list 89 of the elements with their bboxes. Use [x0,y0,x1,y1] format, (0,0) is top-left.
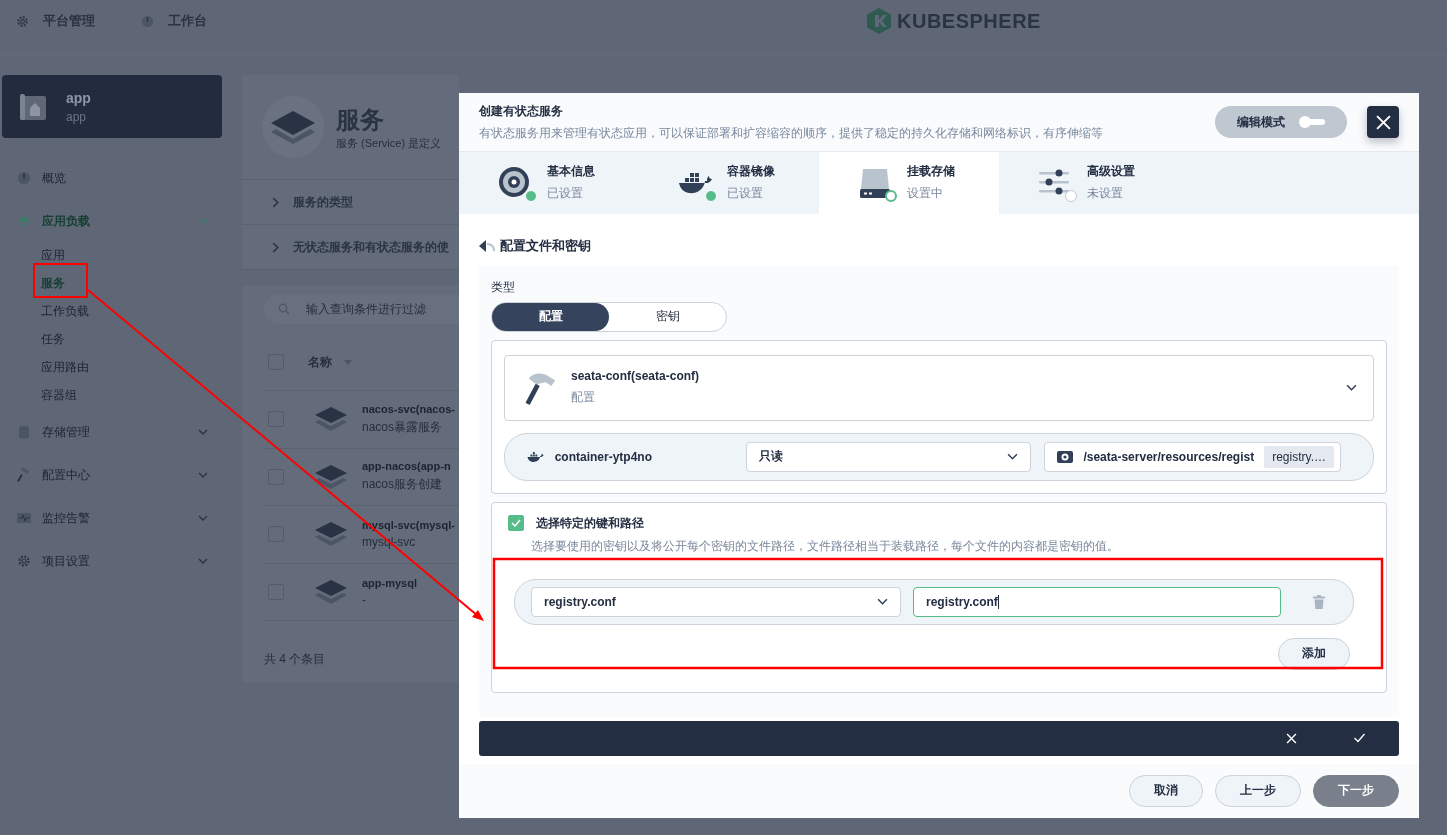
chevron-right-icon [272,196,279,208]
step-title: 容器镜像 [727,163,775,181]
add-button[interactable]: 添加 [1278,637,1350,670]
step-status: 已设置 [727,185,764,203]
service-name[interactable]: app-nacos(app-n [362,460,451,473]
hammer-icon [523,370,557,405]
gauge-icon [17,171,31,185]
logo-icon [867,8,891,34]
chevron-right-icon [272,241,279,253]
step-status: 已设置 [547,185,584,203]
project-card[interactable]: app app [2,75,222,138]
type-option[interactable]: 配置 [492,302,609,331]
mount-icon [1057,449,1074,464]
key-select[interactable]: registry.conf [531,586,901,617]
nav-subitem[interactable]: 应用 [2,241,101,269]
service-description: nacos服务创建 [362,476,444,494]
service-name[interactable]: app-mysql [362,576,417,589]
gear-icon [16,14,29,28]
nav-item[interactable]: 监控告警 [2,498,222,538]
step-tab[interactable]: 挂载存储 设置中 [819,152,999,214]
step-title: 高级设置 [1087,163,1135,181]
service-description: - [362,592,367,607]
nav-item[interactable]: 概览 [2,158,222,198]
step-status: 设置中 [907,185,944,203]
step-tab[interactable]: 容器镜像 已设置 [639,152,819,214]
whale-icon [527,450,545,463]
project-name: app [66,89,91,106]
pulse-icon [17,511,31,525]
item-count: 共 4 个条目 [264,651,326,668]
step-title: 基本信息 [547,163,595,181]
layers-icon [314,462,348,491]
mount-path-field[interactable]: /seata-server/resources/regist registry.… [1044,441,1341,472]
checkbox[interactable] [508,515,524,532]
path-tag: registry.… [1264,445,1334,468]
layers-icon [314,405,348,434]
check-icon[interactable] [1353,733,1366,744]
type-option[interactable]: 密钥 [609,302,726,331]
search-field[interactable]: 输入查询条件进行过滤 [264,294,459,324]
dialog-description: 有状态服务用来管理有状态应用，可以保证部署和扩容缩容的顺序，提供了稳定的持久化存储和网络标识，有序伸缩等 [479,124,1104,142]
path-input[interactable]: registry.conf [913,586,1281,617]
footer-button[interactable]: 下一步 [1313,774,1399,807]
footer-button[interactable]: 取消 [1129,774,1203,807]
layers-icon [314,520,348,549]
nav-subitem[interactable]: 服务 [2,269,101,297]
close-icon[interactable] [1286,732,1297,744]
highlight-frame [33,263,88,298]
container-name: container-ytp4no [554,449,653,464]
chevron-down-icon [1346,384,1357,392]
resource-name: seata-conf(seata-conf) [571,369,701,384]
gear-icon [17,554,31,568]
close-icon [1375,114,1391,130]
layers-icon [314,577,348,606]
sort-caret-icon [344,359,352,365]
step-title: 挂载存储 [907,163,955,181]
step-status: 未设置 [1087,185,1124,203]
layers-icon [17,214,31,228]
field-label: 类型 [491,278,516,296]
nav-subitem[interactable]: 工作负载 [2,297,101,325]
project-icon [18,91,48,122]
service-description: nacos暴露服务 [362,418,444,436]
step-tab[interactable]: 高级设置 未设置 [999,152,1179,214]
trash-icon[interactable] [1313,594,1325,609]
column-header[interactable]: 名称 [308,353,332,371]
resource-type: 配置 [571,389,596,407]
close-button[interactable] [1367,106,1399,139]
step-tab[interactable]: 基本信息 已设置 [459,152,639,214]
page-title: 服务 [336,104,385,135]
project-subtitle: app [66,109,88,124]
nav-subitem[interactable]: 容器组 [2,381,101,409]
resource-select[interactable]: seata-conf(seata-conf) 配置 [504,354,1374,421]
nav-subitem[interactable]: 应用路由 [2,353,101,381]
hammer-icon [17,468,31,482]
edit-mode-toggle[interactable]: 编辑模式 [1215,106,1347,139]
hint-text: 选择要使用的密钥以及将公开每个密钥的文件路径，文件路径相当于装载路径，每个文件的内容都是密钥的值。 [531,537,1120,555]
footer-button[interactable]: 上一步 [1215,774,1301,807]
access-mode-select[interactable]: 只读 [746,441,1032,472]
dialog-title: 创建有状态服务 [479,102,564,120]
back-link[interactable]: 配置文件和密钥 [479,235,591,256]
search-icon [278,303,290,315]
nav-subitem[interactable]: 任务 [2,325,101,353]
check-icon [511,519,521,528]
nav-item[interactable]: 存储管理 [2,412,222,452]
nav-item[interactable]: 应用负载 [2,201,222,241]
chevron-down-icon [877,598,888,606]
service-name[interactable]: nacos-svc(nacos- [362,402,455,415]
chevron-down-icon [1007,453,1019,461]
checkbox-label: 选择特定的键和路径 [536,514,644,532]
back-arrow-icon [479,239,495,252]
gauge-icon [141,14,154,28]
